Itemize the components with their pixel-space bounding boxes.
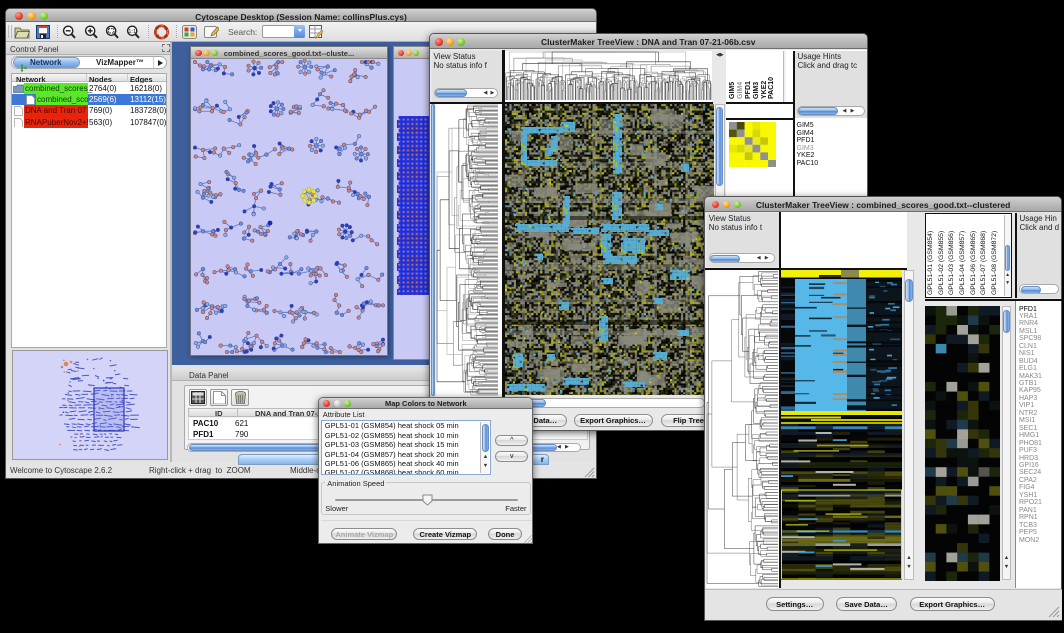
svg-text:1:1: 1:1 [128,29,136,35]
